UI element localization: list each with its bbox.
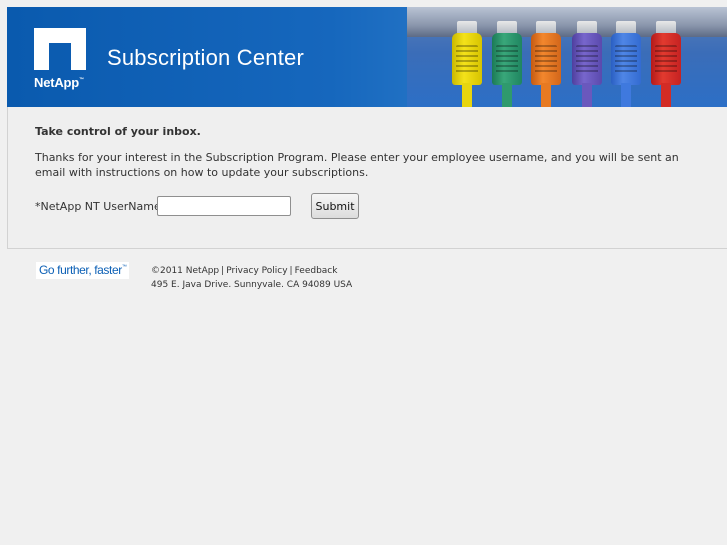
purple-cable-icon [572,21,602,107]
page-title: Subscription Center [107,45,305,70]
header-banner: NetApp™ Subscription Center [7,7,727,107]
main-content: Take control of your inbox. Thanks for y… [35,125,695,219]
ethernet-cables-image [407,7,727,107]
blue-cable-icon [611,21,641,107]
username-label: *NetApp NT UserName: [35,200,165,213]
tagline: Go further, faster™ [36,262,130,279]
copyright-text: ©2011 NetApp [151,266,220,276]
netapp-logo-icon [34,28,86,70]
footer-links-row: ©2011 NetApp | Privacy Policy | Feedback [151,266,338,276]
intro-text: Thanks for your interest in the Subscrip… [35,151,679,179]
brand-wordmark: NetApp™ [34,75,84,90]
yellow-cable-icon [452,21,482,107]
red-cable-icon [651,21,681,107]
username-input[interactable] [157,196,291,216]
section-heading: Take control of your inbox. [35,125,201,138]
footer: ©2011 NetApp | Privacy Policy | Feedback 495… [151,264,352,292]
address-text: 495 E. Java Drive. Sunnyvale. CA 94089 U… [151,280,353,290]
feedback-link[interactable]: Feedback [295,266,338,276]
green-cable-icon [492,21,522,107]
submit-button[interactable]: Submit [311,193,359,219]
orange-cable-icon [531,21,561,107]
privacy-policy-link[interactable]: Privacy Policy [226,266,287,276]
